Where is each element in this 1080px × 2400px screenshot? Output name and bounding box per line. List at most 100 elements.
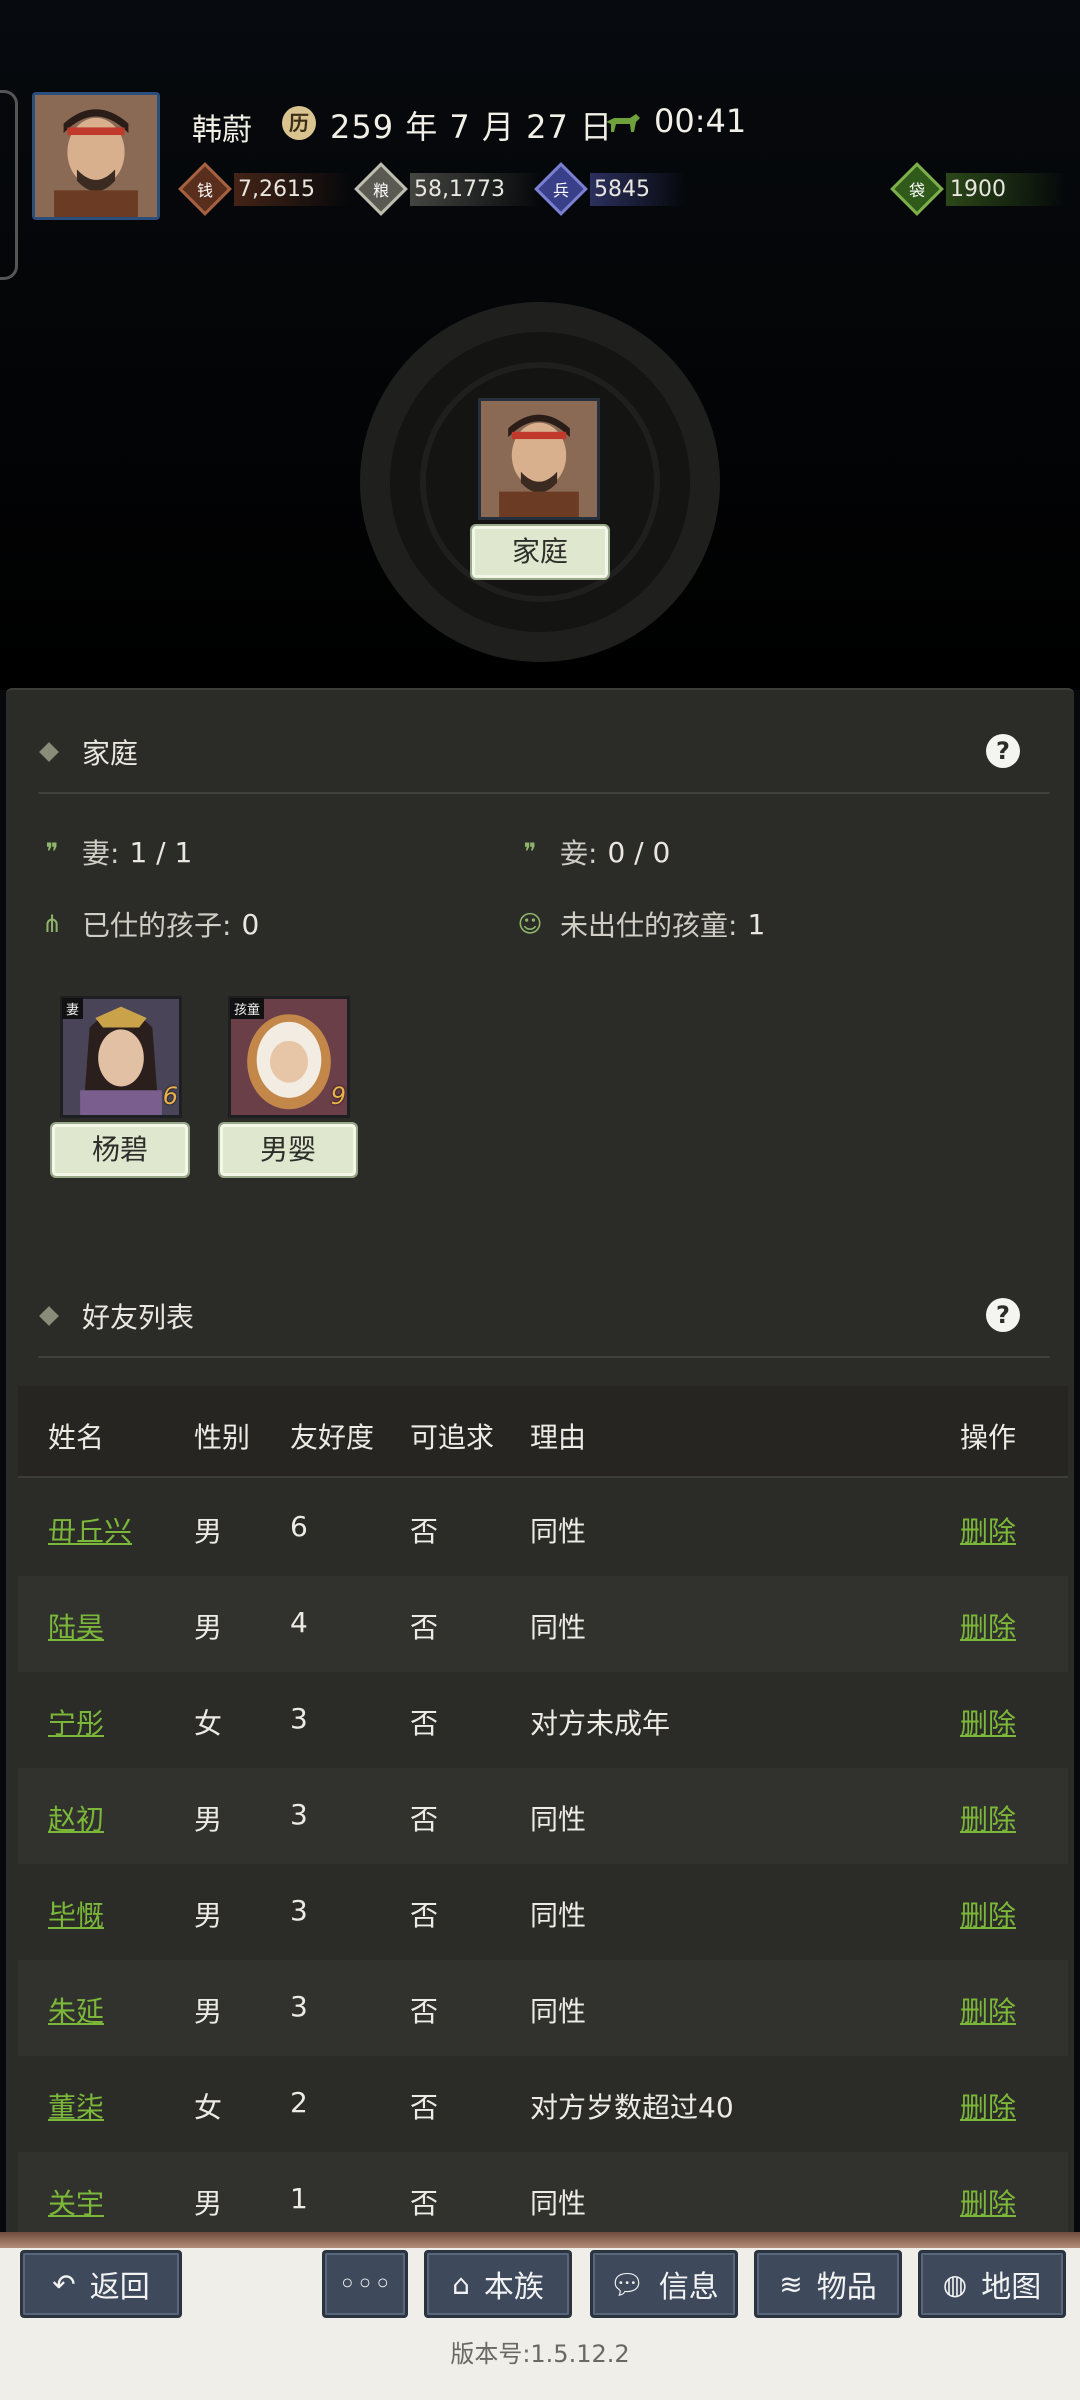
col-favor: 友好度 xyxy=(290,1421,375,1454)
family-section-title: 家庭 xyxy=(82,737,139,770)
table-row: 朱延 男 3 否 同性 删除 xyxy=(18,1960,1068,2056)
coin-icon: 钱 xyxy=(178,162,232,216)
friend-name-link[interactable]: 朱延 xyxy=(48,1990,104,2030)
friend-reason: 对方岁数超过40 xyxy=(530,2091,734,2124)
wife-label: 妻: xyxy=(82,837,120,870)
friend-name-link[interactable]: 董柒 xyxy=(48,2086,104,2126)
info-button[interactable]: 💬︎ 信息 xyxy=(590,2250,738,2318)
friend-favor: 2 xyxy=(290,2086,308,2119)
friend-pursue: 否 xyxy=(410,1995,439,2028)
items-label: 物品 xyxy=(816,2270,877,2305)
friend-favor: 3 xyxy=(290,1894,308,1927)
more-button[interactable]: ◦◦◦ xyxy=(322,2250,408,2318)
family-head-avatar[interactable] xyxy=(478,398,600,520)
map-button[interactable]: ◍ 地图 xyxy=(918,2250,1066,2318)
family-member-wife[interactable]: 妻 6 杨碧 xyxy=(50,996,190,1186)
wife-stat: ❞ 妻: 1 / 1 xyxy=(36,832,193,872)
delete-friend-link[interactable]: 删除 xyxy=(960,1510,1016,1550)
portrait-icon xyxy=(481,401,597,517)
game-time: 00:41 xyxy=(654,102,747,140)
concubine-stat: ❞ 妾: 0 / 0 xyxy=(514,832,671,872)
side-bracket xyxy=(0,90,18,280)
people-icon: ⋔ xyxy=(41,910,63,938)
friend-reason: 同性 xyxy=(530,1515,587,1548)
concubine-value: 0 / 0 xyxy=(607,835,671,869)
back-arrow-icon: ↶ xyxy=(52,2267,76,2301)
money-value: 7,2615 xyxy=(234,172,351,206)
player-avatar[interactable] xyxy=(32,92,160,220)
friend-sex: 男 xyxy=(194,2187,223,2220)
table-row: 陆昊 男 4 否 同性 删除 xyxy=(18,1576,1068,1672)
friend-name-link[interactable]: 陆昊 xyxy=(48,1606,104,1646)
member-age: 9 xyxy=(330,1082,346,1110)
food-value: 58,1773 xyxy=(410,172,541,206)
bottom-bar-trim xyxy=(0,2232,1080,2248)
friend-name-link[interactable]: 赵初 xyxy=(48,1798,104,1838)
unemployed-children-value: 1 xyxy=(747,907,766,941)
member-age: 6 xyxy=(162,1082,178,1110)
friend-reason: 同性 xyxy=(530,1803,587,1836)
friend-pursue: 否 xyxy=(410,1611,439,1644)
member-tag: 孩童 xyxy=(230,998,265,1019)
grain-icon: 粮 xyxy=(354,162,408,216)
more-label: ◦◦◦ xyxy=(338,2266,392,2302)
diamond-icon xyxy=(39,1306,59,1326)
family-member-child[interactable]: 孩童 9 男婴 xyxy=(218,996,358,1186)
food-resource: 粮 58,1773 xyxy=(354,162,541,216)
money-resource: 钱 7,2615 xyxy=(178,162,351,216)
friend-reason: 同性 xyxy=(530,2187,587,2220)
back-button[interactable]: ↶ 返回 xyxy=(20,2250,182,2318)
info-label: 信息 xyxy=(658,2270,719,2305)
friend-name-link[interactable]: 毕慨 xyxy=(48,1894,104,1934)
friend-pursue: 否 xyxy=(410,1515,439,1548)
friend-reason: 同性 xyxy=(530,1899,587,1932)
soldier-value: 5845 xyxy=(590,172,686,206)
friend-favor: 3 xyxy=(290,1702,308,1735)
col-name: 姓名 xyxy=(48,1421,105,1454)
delete-friend-link[interactable]: 删除 xyxy=(960,2182,1016,2222)
family-section-header: 家庭 xyxy=(39,732,139,772)
money-bag-icon: 袋 xyxy=(890,162,944,216)
friend-name-link[interactable]: 关宇 xyxy=(48,2182,104,2222)
table-row: 董柒 女 2 否 对方岁数超过40 删除 xyxy=(18,2056,1068,2152)
friend-reason: 同性 xyxy=(530,1995,587,2028)
back-label: 返回 xyxy=(89,2270,150,2305)
delete-friend-link[interactable]: 删除 xyxy=(960,1894,1016,1934)
main-panel: 家庭 ? ❞ 妻: 1 / 1 ❞ 妾: 0 / 0 ⋔ 已仕的孩子: 0 ☺ … xyxy=(6,688,1074,2248)
friend-sex: 男 xyxy=(194,1611,223,1644)
family-help-button[interactable]: ? xyxy=(986,734,1020,768)
delete-friend-link[interactable]: 删除 xyxy=(960,1702,1016,1742)
friend-pursue: 否 xyxy=(410,1803,439,1836)
friend-favor: 1 xyxy=(290,2182,308,2215)
employed-children-stat: ⋔ 已仕的孩子: 0 xyxy=(36,904,259,944)
member-tag: 妻 xyxy=(62,998,84,1019)
bag-resource[interactable]: 袋 1900 xyxy=(890,162,1066,216)
chat-bubble-icon: 💬︎ xyxy=(609,2267,645,2301)
scroll-icon: ≋ xyxy=(779,2267,803,2301)
items-button[interactable]: ≋ 物品 xyxy=(754,2250,902,2318)
friend-pursue: 否 xyxy=(410,1707,439,1740)
delete-friend-link[interactable]: 删除 xyxy=(960,2086,1016,2126)
portrait-icon xyxy=(35,95,157,217)
delete-friend-link[interactable]: 删除 xyxy=(960,1798,1016,1838)
friend-name-link[interactable]: 宁彤 xyxy=(48,1702,104,1742)
friend-reason: 同性 xyxy=(530,1611,587,1644)
friends-help-button[interactable]: ? xyxy=(986,1298,1020,1332)
delete-friend-link[interactable]: 删除 xyxy=(960,1606,1016,1646)
family-label-button[interactable]: 家庭 xyxy=(470,524,610,580)
table-row: 毌丘兴 男 6 否 同性 删除 xyxy=(18,1480,1068,1576)
delete-friend-link[interactable]: 删除 xyxy=(960,1990,1016,2030)
clan-button[interactable]: ⌂ 本族 xyxy=(424,2250,572,2318)
diamond-icon xyxy=(39,742,59,762)
employed-children-value: 0 xyxy=(241,907,260,941)
friend-pursue: 否 xyxy=(410,2187,439,2220)
table-row: 赵初 男 3 否 同性 删除 xyxy=(18,1768,1068,1864)
friend-sex: 女 xyxy=(194,2091,223,2124)
friends-table-header: 姓名 性别 友好度 可追求 理由 操作 xyxy=(18,1386,1068,1478)
col-sex: 性别 xyxy=(194,1421,251,1454)
globe-icon: ◍ xyxy=(942,2267,968,2301)
friend-name-link[interactable]: 毌丘兴 xyxy=(48,1510,132,1550)
footprints-icon: ❞ xyxy=(523,838,537,866)
friend-sex: 男 xyxy=(194,1515,223,1548)
friend-favor: 6 xyxy=(290,1510,308,1543)
